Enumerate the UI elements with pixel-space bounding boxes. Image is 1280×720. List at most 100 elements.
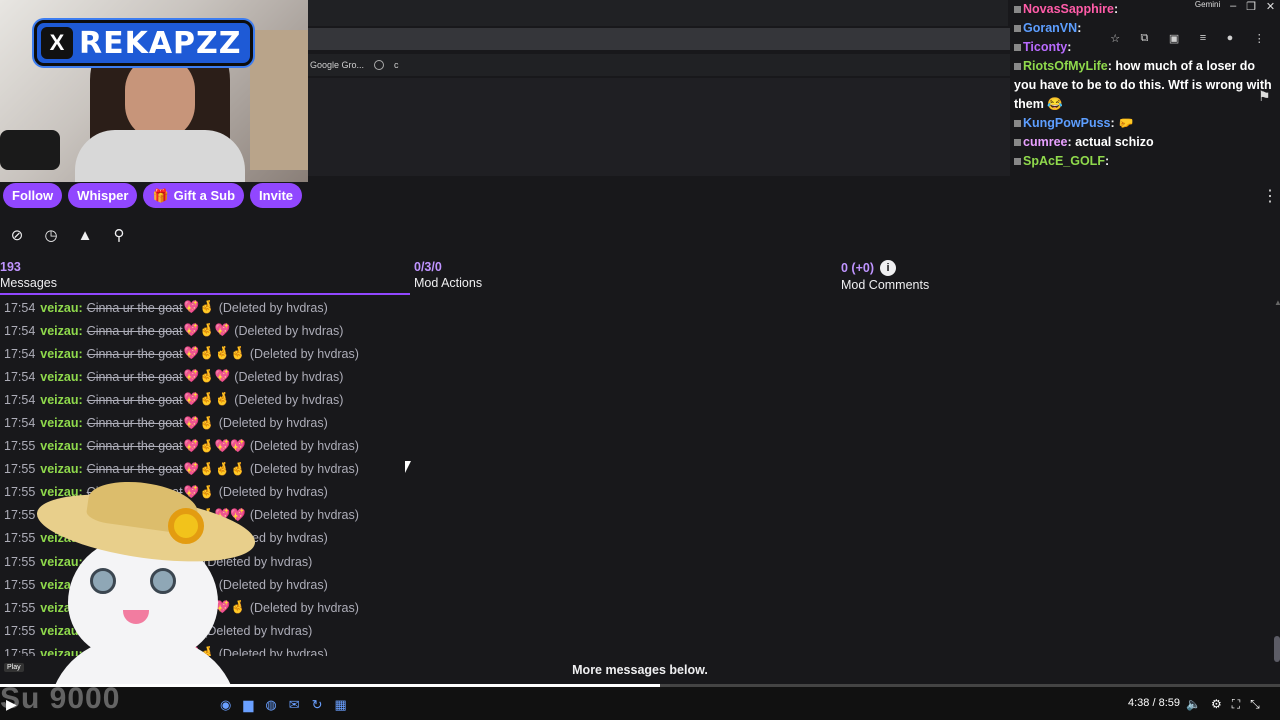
bookmark-item[interactable]: Google Gro...: [310, 60, 364, 70]
video-player-bar: [0, 686, 1280, 720]
message-time: 17:54: [4, 369, 36, 384]
more-options-icon[interactable]: ⋮: [1262, 186, 1278, 206]
deleted-message-text: Cinna ur the goat: [86, 439, 183, 454]
message-row: 17:54 veizau: Cinna ur the goat 💖🤞🤞 (Deleted…: [0, 388, 1275, 411]
message-time: 17:54: [4, 392, 36, 407]
mod-actions-count: 0/3/0: [414, 260, 442, 274]
more-icon[interactable]: ⋮: [1254, 32, 1265, 45]
overlay-watermark-text: Su 9000: [0, 682, 121, 715]
message-username[interactable]: veizau:: [40, 416, 82, 430]
info-icon[interactable]: i: [880, 260, 897, 276]
streamer-face: [125, 55, 195, 140]
timeout-icon[interactable]: ◷: [42, 226, 60, 244]
mail-icon[interactable]: ✉: [289, 697, 300, 713]
mod-tools-row: ⊘ ◷ ▲ ⚲: [8, 226, 128, 245]
brand-name: REKAPZZ: [79, 25, 242, 61]
video-progress-bar[interactable]: [0, 684, 1280, 687]
deleted-by-note: (Deleted by hvdras): [249, 600, 359, 615]
follow-button[interactable]: Follow: [3, 183, 63, 208]
message-row: 17:54 veizau: Cinna ur the goat 💖🤞🤞🤞 (Delete…: [0, 342, 1275, 365]
profile-icon[interactable]: ●: [1227, 32, 1234, 45]
warning-icon[interactable]: ▲: [76, 226, 94, 244]
ban-icon[interactable]: ⊘: [8, 226, 26, 244]
calculator-icon[interactable]: ▦: [335, 697, 347, 713]
minimize-icon[interactable]: –: [1230, 0, 1236, 22]
message-username[interactable]: veizau:: [40, 393, 82, 407]
invite-button[interactable]: Invite: [250, 183, 303, 208]
stream-video-area: [308, 78, 1010, 176]
message-row: 17:55 veizau: Cinna ur the goat💖🤞💖💖(Delete…: [0, 435, 1275, 458]
volume-icon[interactable]: 🔈: [1186, 697, 1201, 712]
gift-icon: 🎁: [152, 187, 169, 203]
chat-badge-icon: [1014, 25, 1021, 33]
message-time: 17:55: [4, 439, 36, 454]
deleted-message-text: Cinna ur the goat: [86, 369, 183, 384]
bookmark-item[interactable]: c: [394, 60, 399, 70]
star-icon[interactable]: ☆: [1110, 32, 1120, 45]
tab-mod-comments[interactable]: 0 (+0) i Mod Comments: [841, 260, 929, 292]
add-mod-icon[interactable]: ⚲: [110, 226, 128, 244]
deleted-by-note: (Deleted by hvdras): [249, 346, 359, 361]
discord-icon[interactable]: ◍: [265, 697, 276, 713]
window-controls: Gemini – ❐ ✕: [1190, 0, 1280, 22]
message-emotes: 💖🤞: [183, 300, 215, 315]
message-time: 17:54: [4, 416, 36, 431]
chat-badge-icon: [1014, 139, 1021, 147]
gift-sub-button[interactable]: 🎁 Gift a Sub: [143, 183, 245, 208]
chat-badge-icon: [1014, 6, 1021, 14]
folder-icon[interactable]: ▆: [243, 697, 253, 713]
refresh-icon[interactable]: ↻: [312, 697, 323, 713]
chrome-icon[interactable]: ◉: [220, 697, 231, 713]
settings-icon[interactable]: ⚙: [1211, 697, 1222, 712]
report-flag-icon[interactable]: ⚑: [1258, 88, 1272, 104]
mod-comments-count: 0 (+0): [841, 261, 875, 275]
deleted-by-note: (Deleted by hvdras): [249, 462, 359, 477]
x-logo-icon: X: [41, 27, 73, 59]
message-username[interactable]: veizau:: [40, 301, 82, 315]
deleted-by-note: (Deleted by hvdras): [249, 439, 359, 454]
mod-actions-label: Mod Actions: [414, 276, 483, 290]
fullscreen-icon[interactable]: ⛶: [1232, 697, 1240, 712]
background-lamp: [250, 30, 308, 170]
chat-text: 🤛: [1118, 116, 1134, 130]
whisper-button[interactable]: Whisper: [68, 183, 138, 208]
sidebar-icon[interactable]: ▣: [1169, 32, 1179, 45]
messages-label: Messages: [0, 276, 57, 290]
deleted-by-note: (Deleted by hvdras): [218, 416, 328, 431]
message-username[interactable]: veizau:: [40, 347, 82, 361]
active-tab-indicator: [0, 293, 410, 295]
streamer-body: [75, 130, 245, 182]
player-controls: 🔈 ⚙ ⛶ ⤡: [1186, 697, 1260, 712]
follow-label: Follow: [12, 188, 54, 203]
message-emotes: 💖🤞💖: [183, 369, 231, 384]
invite-label: Invite: [259, 188, 294, 203]
more-messages-below-banner[interactable]: More messages below.: [0, 658, 1280, 684]
extensions-icon[interactable]: ⧉: [1141, 32, 1149, 45]
chat-message: SpAcE_GOLF:: [1010, 152, 1280, 171]
gemini-label[interactable]: Gemini: [1195, 0, 1220, 22]
chat-message: cumree: actual schizo: [1010, 133, 1280, 152]
video-time: 4:38 / 8:59: [1128, 697, 1180, 709]
message-row: 17:54 veizau: Cinna ur the goat 💖🤞 (Deleted …: [0, 296, 1275, 319]
microphone: [0, 130, 60, 170]
scroll-up-icon[interactable]: ▲: [1274, 298, 1280, 307]
deleted-by-note: (Deleted by hvdras): [234, 392, 344, 407]
message-username[interactable]: veizau:: [40, 462, 82, 476]
deleted-by-note: (Deleted by hvdras): [234, 369, 344, 384]
play-icon[interactable]: ▶: [6, 696, 17, 713]
mouse-cursor-icon: [405, 461, 411, 473]
minimize-player-icon[interactable]: ⤡: [1250, 697, 1260, 712]
close-icon[interactable]: ✕: [1266, 0, 1275, 22]
menu-icon[interactable]: ≡: [1200, 32, 1206, 45]
deleted-message-text: Cinna ur the goat: [86, 392, 183, 407]
message-time: 17:54: [4, 323, 36, 338]
message-username[interactable]: veizau:: [40, 439, 82, 453]
tab-mod-actions[interactable]: 0/3/0 Mod Actions: [414, 260, 482, 290]
message-username[interactable]: veizau:: [40, 324, 82, 338]
deleted-by-note: (Deleted by hvdras): [218, 300, 328, 315]
message-username[interactable]: veizau:: [40, 370, 82, 384]
channel-brand-logo: X REKAPZZ: [34, 20, 253, 66]
tab-messages[interactable]: 193 Messages: [0, 260, 57, 290]
restore-icon[interactable]: ❐: [1246, 0, 1256, 22]
browser-address-bar[interactable]: [308, 28, 1010, 50]
